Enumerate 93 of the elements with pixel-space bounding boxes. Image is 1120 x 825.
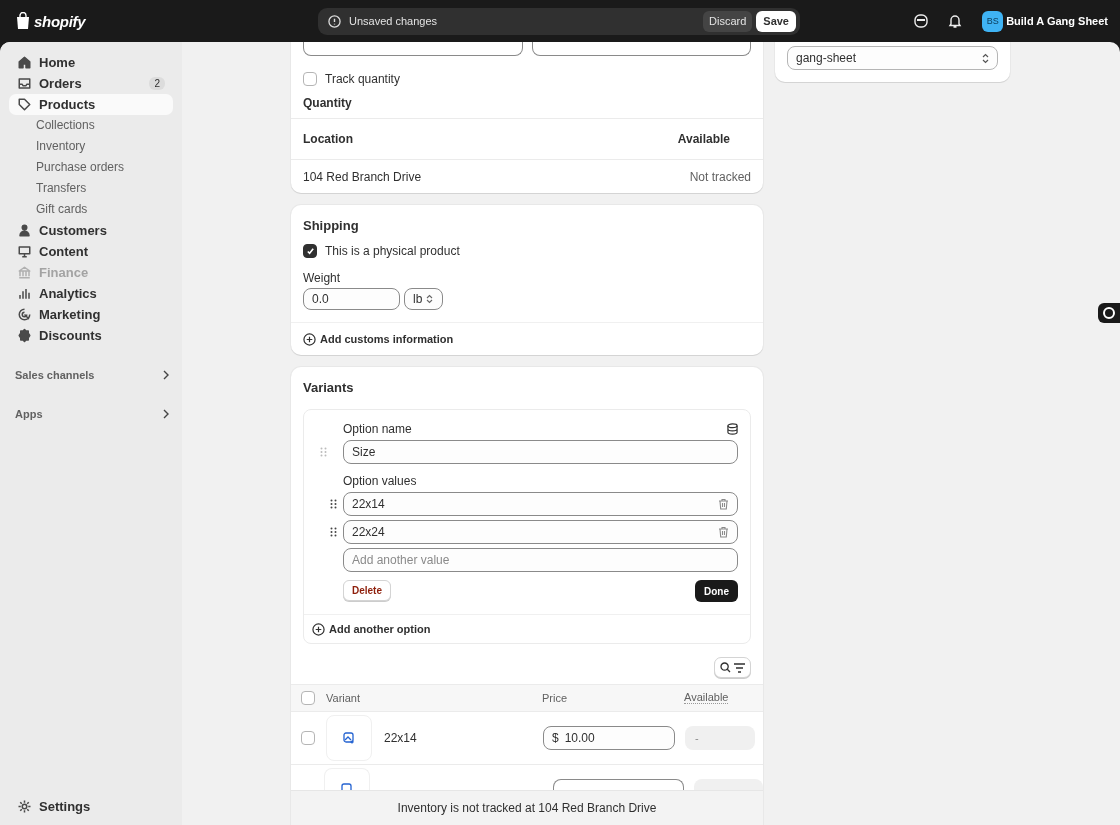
sub-nav-item[interactable]: Purchase orders (9, 157, 173, 178)
table-cell: 104 Red Branch Drive (303, 169, 422, 184)
option-value-input[interactable]: Add another value (343, 548, 738, 572)
text-field[interactable] (531, 42, 751, 56)
option-value-field[interactable]: 22x14 (343, 492, 738, 516)
add-image-icon (340, 783, 353, 790)
add-image-icon (343, 731, 355, 744)
card-title: Variants (303, 379, 355, 397)
checkbox[interactable] (303, 244, 317, 258)
done-button[interactable]: Done (695, 580, 738, 602)
sub-nav-item[interactable]: Inventory (9, 136, 173, 157)
delete-button[interactable]: Delete (343, 580, 391, 601)
plus-circle-icon (303, 332, 316, 346)
weight-field[interactable]: 0.0 (303, 288, 400, 310)
section-header[interactable]: Sales channels (9, 365, 173, 385)
save-button[interactable]: Save (756, 10, 796, 32)
available-field: - (685, 725, 755, 750)
search-icon (720, 662, 731, 673)
column-header: Price (542, 691, 569, 704)
nav-item[interactable]: Content (9, 241, 173, 262)
unsaved-message: Unsaved changes (349, 15, 438, 27)
option-name-field[interactable]: Size (343, 440, 738, 464)
add-link[interactable]: Add customs information (303, 332, 454, 346)
nav-icon (17, 328, 32, 343)
nav-item[interactable]: Orders 2 (9, 73, 173, 94)
option-value-field[interactable]: 22x24 (343, 520, 738, 544)
field-label: Option name (343, 422, 412, 436)
nav-icon (17, 76, 32, 91)
table-cell-text: 22x14 (384, 730, 418, 745)
settings-icon (17, 799, 32, 814)
checkmark-icon (305, 246, 315, 256)
table-cell: Not tracked (689, 169, 751, 184)
nav-icon (17, 55, 32, 70)
available-field (693, 779, 763, 790)
nav-icon (17, 97, 32, 112)
nav-icon (17, 307, 32, 322)
store-avatar[interactable]: BS (982, 10, 1004, 32)
image-upload-tile[interactable] (326, 714, 372, 761)
column-header: Available (677, 132, 730, 146)
nav-icon (17, 286, 32, 301)
floating-widget[interactable] (1098, 303, 1120, 323)
filter-icon (734, 662, 745, 673)
chevron-right-icon (163, 409, 169, 419)
template-select[interactable]: gang-sheet (787, 46, 998, 70)
trash-icon[interactable] (718, 526, 729, 538)
card-title: Shipping (303, 217, 360, 235)
logo-text[interactable]: shopify (34, 12, 86, 30)
checkbox[interactable] (301, 730, 315, 745)
plus-circle-icon (312, 622, 325, 636)
column-header: Variant (326, 691, 362, 704)
nav-icon (17, 244, 32, 259)
database-icon[interactable] (727, 423, 738, 435)
nav-item[interactable]: Settings (9, 796, 173, 817)
checkbox[interactable] (301, 690, 315, 705)
shopping-bag-icon (15, 12, 31, 30)
select-arrows-icon (426, 294, 434, 304)
nav-item[interactable]: Home (9, 52, 173, 73)
price-field[interactable]: $ 10.00 (543, 725, 675, 750)
store-name[interactable]: Build A Gang Sheet (1006, 15, 1108, 27)
nav-item[interactable]: Products (9, 94, 173, 115)
field-label: Option values (342, 474, 418, 488)
notice-banner: Inventory is not tracked at 104 Red Branch Drive (291, 790, 763, 825)
sub-nav-item[interactable]: Transfers (9, 178, 173, 199)
drag-handle-icon[interactable] (330, 527, 337, 537)
column-header: Available (684, 691, 729, 705)
trash-icon[interactable] (718, 498, 729, 510)
drag-handle-icon[interactable] (320, 447, 327, 457)
nav-icon (17, 265, 32, 280)
discard-button[interactable]: Discard (703, 10, 753, 32)
checkbox-row[interactable]: Track quantity (303, 68, 751, 90)
alert-icon (328, 14, 341, 28)
sub-nav-item[interactable]: Gift cards (9, 199, 173, 220)
text-field[interactable] (303, 42, 523, 56)
section-header[interactable]: Apps (9, 404, 173, 424)
sub-nav-item[interactable]: Collections (9, 115, 173, 136)
notification-icon[interactable] (948, 13, 963, 29)
section-title: Quantity (303, 96, 353, 110)
count-badge: 2 (149, 77, 165, 90)
search-filter-button[interactable] (714, 657, 751, 678)
chevron-right-icon (163, 370, 169, 380)
checkbox-row[interactable]: This is a physical product (303, 240, 751, 262)
drag-handle-icon[interactable] (330, 499, 337, 509)
unit-select[interactable]: lb (404, 288, 443, 310)
nav-item[interactable]: Customers (9, 220, 173, 241)
nav-item[interactable]: Analytics (9, 283, 173, 304)
field-label: Weight (303, 271, 342, 285)
select-arrows-icon (982, 52, 989, 64)
nav-icon (17, 223, 32, 238)
checkbox[interactable] (303, 72, 317, 86)
nav-item[interactable]: Marketing (9, 304, 173, 325)
column-header: Location (303, 132, 353, 146)
nav-item[interactable]: Discounts (9, 325, 173, 346)
add-link[interactable]: Add another option (312, 622, 431, 636)
